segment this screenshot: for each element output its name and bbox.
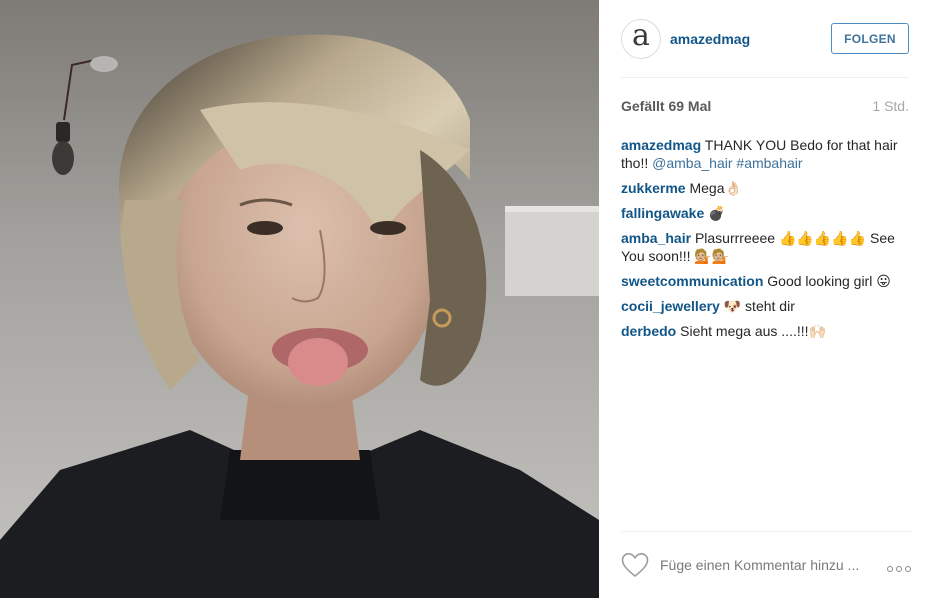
avatar-letter: a	[632, 17, 650, 53]
comment-user[interactable]: fallingawake	[621, 205, 704, 221]
header-username[interactable]: amazedmag	[670, 31, 750, 47]
post-time[interactable]: 1 Std.	[872, 98, 909, 114]
post-photo[interactable]	[0, 0, 599, 598]
post-footer: Füge einen Kommentar hinzu ...	[621, 531, 911, 598]
post-sidebar: a amazedmag FOLGEN Gefällt 69 Mal 1 Std.…	[599, 0, 933, 598]
comment-item: fallingawake 💣	[621, 204, 911, 222]
comment-user[interactable]: amazedmag	[621, 137, 701, 153]
comment-input[interactable]: Füge einen Kommentar hinzu ...	[660, 557, 859, 573]
likes-count[interactable]: Gefällt 69 Mal	[621, 98, 711, 114]
follow-button[interactable]: FOLGEN	[831, 23, 909, 54]
post-stats: Gefällt 69 Mal 1 Std.	[621, 98, 909, 114]
comment-text: 💣	[708, 205, 726, 221]
comment-item: derbedo Sieht mega aus ....!!!🙌🏻	[621, 322, 911, 340]
instagram-post: a amazedmag FOLGEN Gefällt 69 Mal 1 Std.…	[0, 0, 933, 598]
comment-item: cocii_jewellery 🐶 steht dir	[621, 297, 911, 315]
comment-text: Good looking girl 😛	[767, 273, 891, 289]
comment-item: zukkerme Mega👌🏻	[621, 179, 911, 197]
comment-caption: amazedmag THANK YOU Bedo for that hair t…	[621, 136, 911, 172]
comment-text: 🐶 steht dir	[723, 298, 795, 314]
selfie-image	[0, 0, 599, 598]
comment-text: Sieht mega aus ....!!!🙌🏻	[680, 323, 826, 339]
more-options-icon[interactable]	[887, 566, 911, 572]
dot	[905, 566, 911, 572]
comment-user[interactable]: amba_hair	[621, 230, 691, 246]
comment-user[interactable]: zukkerme	[621, 180, 686, 196]
post-header: a amazedmag FOLGEN	[621, 0, 909, 78]
avatar[interactable]: a	[621, 17, 661, 59]
mention-link[interactable]: @amba_hair	[652, 155, 732, 171]
dot	[896, 566, 902, 572]
hashtag-link[interactable]: #ambahair	[736, 155, 802, 171]
comment-item: sweetcommunication Good looking girl 😛	[621, 272, 911, 290]
comments-list: amazedmag THANK YOU Bedo for that hair t…	[621, 136, 911, 347]
comment-user[interactable]: sweetcommunication	[621, 273, 763, 289]
comment-user[interactable]: cocii_jewellery	[621, 298, 720, 314]
comment-item: amba_hair Plasurrreeee 👍👍👍👍👍 See You soo…	[621, 229, 911, 265]
comment-user[interactable]: derbedo	[621, 323, 676, 339]
dot	[887, 566, 893, 572]
heart-icon[interactable]	[621, 552, 649, 578]
comment-text: Mega👌🏻	[689, 180, 742, 196]
